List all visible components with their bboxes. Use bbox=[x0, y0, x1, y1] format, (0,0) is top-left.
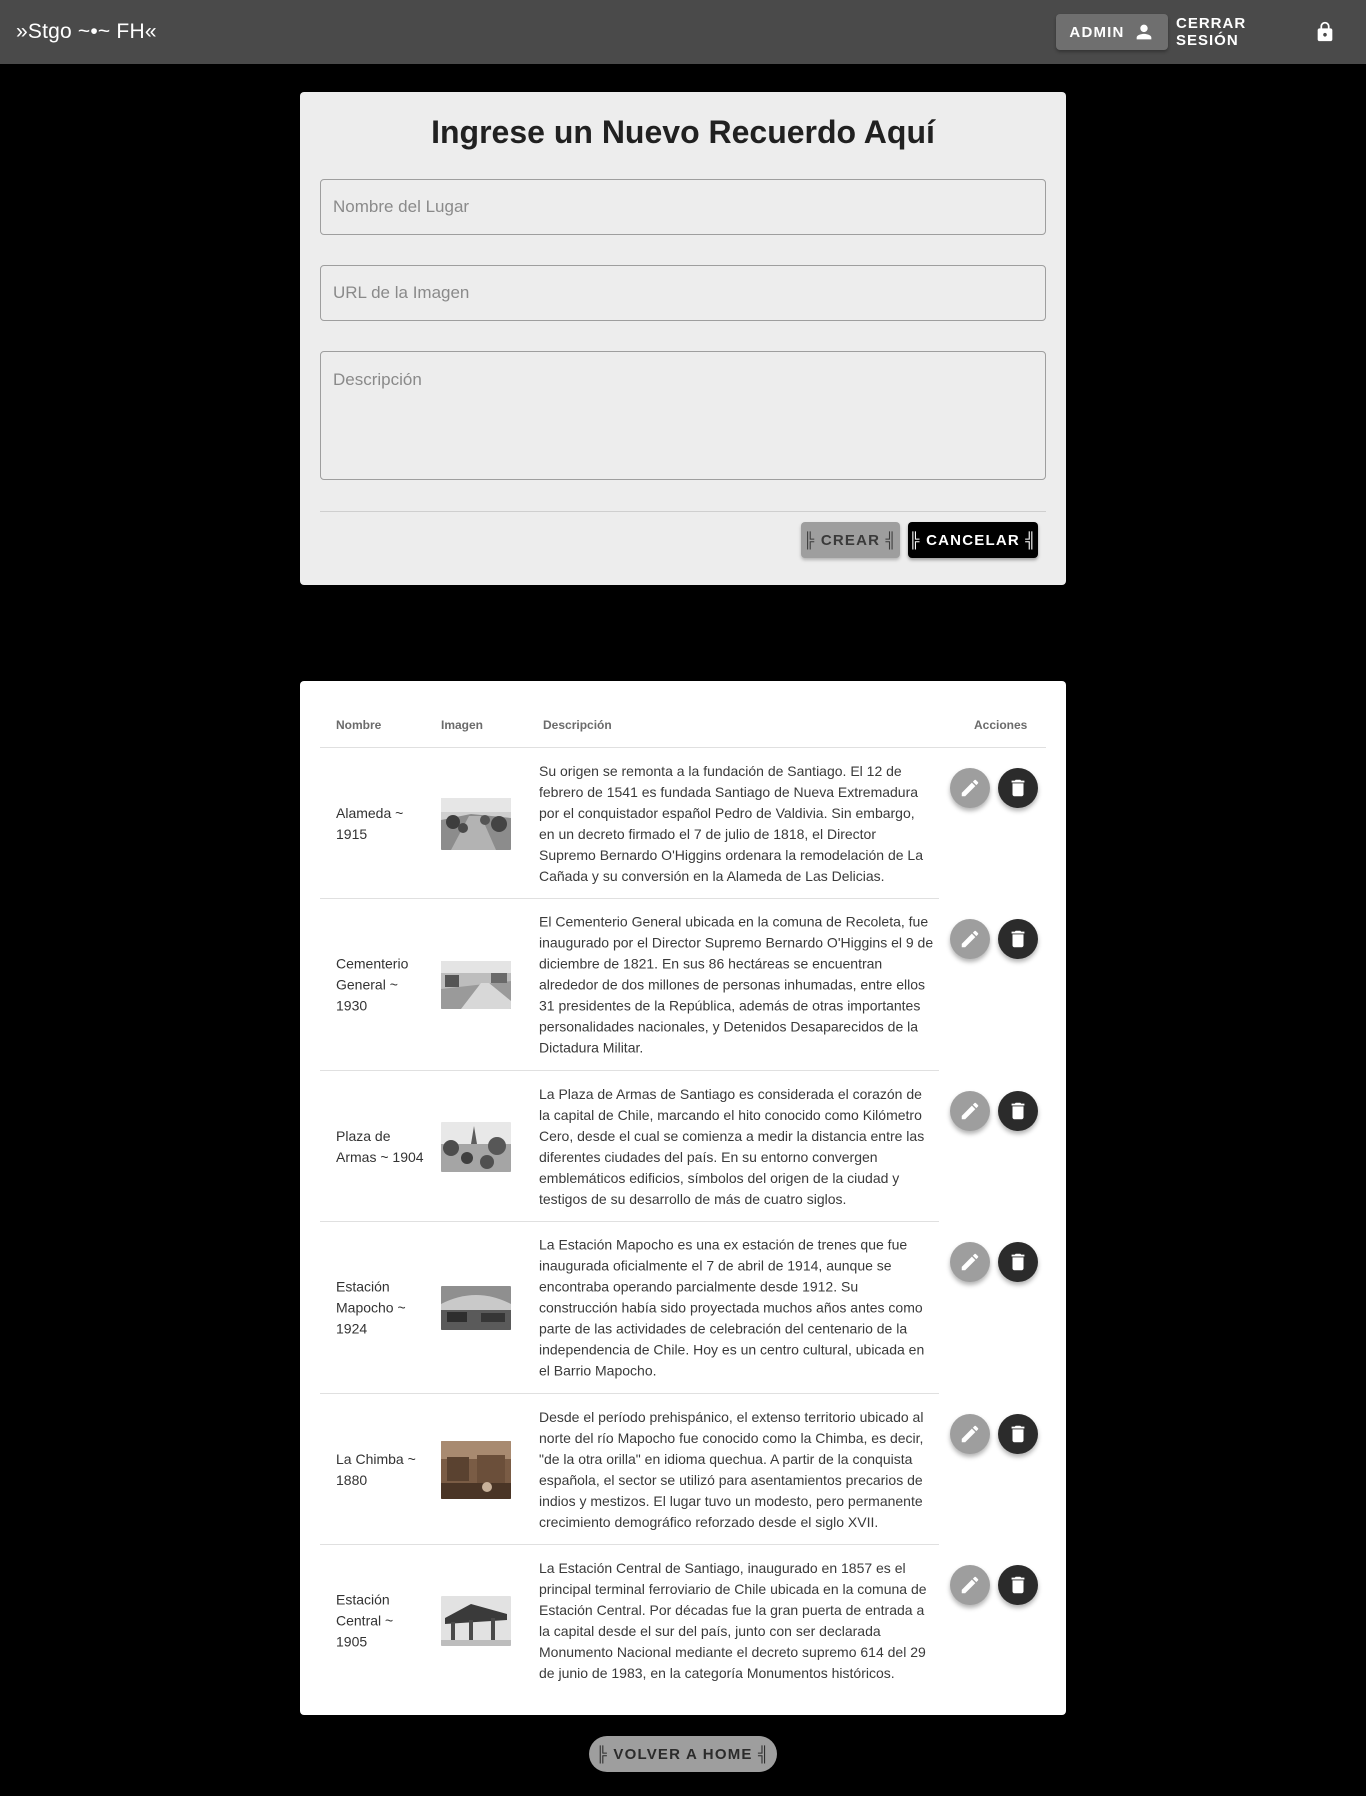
delete-button[interactable] bbox=[998, 768, 1038, 808]
row-description: El Cementerio General ubicada en la comu… bbox=[539, 913, 934, 1056]
trash-icon bbox=[1011, 1253, 1025, 1271]
row-name: Cementerio General ~ 1930 bbox=[336, 955, 409, 1014]
lock-icon bbox=[1314, 21, 1336, 43]
brand-title[interactable]: »Stgo ~•~ FH« bbox=[16, 0, 157, 64]
table-row: Plaza de Armas ~ 1904 La Plaza de Armas … bbox=[320, 1071, 1046, 1222]
place-name-input[interactable] bbox=[320, 179, 1046, 235]
cancel-button[interactable]: ╠ CANCELAR ╣ bbox=[908, 522, 1038, 558]
row-name: Estación Central ~ 1905 bbox=[336, 1591, 394, 1649]
pencil-icon bbox=[961, 1253, 979, 1271]
row-name: Estación Mapocho ~ 1924 bbox=[336, 1278, 406, 1337]
trash-icon bbox=[1011, 779, 1025, 797]
column-header-acciones: Acciones bbox=[974, 718, 1028, 732]
create-button[interactable]: ╠ CREAR ╣ bbox=[801, 522, 900, 558]
back-home-button[interactable]: ╠ VOLVER A HOME ╣ bbox=[589, 1736, 777, 1772]
form-divider bbox=[320, 511, 1046, 512]
table-row: Alameda ~ 1915 Su origen se remonta a la… bbox=[320, 748, 1046, 899]
trash-icon bbox=[1011, 1102, 1025, 1120]
delete-button[interactable] bbox=[998, 1565, 1038, 1605]
trash-icon bbox=[1011, 1576, 1025, 1594]
row-name: Plaza de Armas ~ 1904 bbox=[336, 1127, 424, 1165]
form-title: Ingrese un Nuevo Recuerdo Aquí bbox=[431, 114, 935, 150]
delete-button[interactable] bbox=[998, 1242, 1038, 1282]
row-name: Alameda ~ 1915 bbox=[336, 804, 404, 842]
table-header: Nombre Imagen Descripción Acciones bbox=[320, 681, 1046, 748]
edit-button[interactable] bbox=[950, 768, 990, 808]
row-thumbnail bbox=[441, 1440, 511, 1499]
pencil-icon bbox=[961, 1425, 979, 1443]
table-row: Cementerio General ~ 1930 El Cementerio … bbox=[320, 899, 1046, 1071]
memories-table: Nombre Imagen Descripción Acciones Alame… bbox=[300, 681, 1066, 1715]
person-icon bbox=[1133, 21, 1155, 43]
table-row: La Chimba ~ 1880 Desde el período prehis… bbox=[320, 1394, 1046, 1545]
row-thumbnail bbox=[441, 1121, 511, 1172]
edit-button[interactable] bbox=[950, 1091, 990, 1131]
edit-button[interactable] bbox=[950, 919, 990, 959]
image-url-input[interactable] bbox=[320, 265, 1046, 321]
column-header-nombre: Nombre bbox=[336, 718, 382, 732]
pencil-icon bbox=[961, 1576, 979, 1594]
trash-icon bbox=[1011, 930, 1025, 948]
table-row: Estación Mapocho ~ 1924 La Estación Mapo… bbox=[320, 1222, 1046, 1394]
row-description: La Estación Central de Santiago, inaugur… bbox=[539, 1559, 927, 1681]
description-textarea[interactable] bbox=[320, 351, 1046, 480]
row-description: La Estación Mapocho es una ex estación d… bbox=[539, 1236, 925, 1379]
row-thumbnail bbox=[441, 1286, 511, 1330]
admin-button[interactable]: ADMIN bbox=[1056, 14, 1168, 50]
column-header-imagen: Imagen bbox=[441, 718, 484, 732]
new-memory-form: Ingrese un Nuevo Recuerdo Aquí ╠ CREAR ╣… bbox=[300, 92, 1066, 585]
delete-button[interactable] bbox=[998, 1414, 1038, 1454]
logout-button[interactable]: CERRAR SESIÓN bbox=[1176, 14, 1336, 50]
table-row: Estación Central ~ 1905 La Estación Cent… bbox=[320, 1545, 1046, 1696]
row-thumbnail bbox=[441, 961, 511, 1009]
pencil-icon bbox=[961, 1102, 979, 1120]
row-description: Desde el período prehispánico, el extens… bbox=[539, 1408, 924, 1530]
delete-button[interactable] bbox=[998, 1091, 1038, 1131]
pencil-icon bbox=[961, 930, 979, 948]
pencil-icon bbox=[961, 779, 979, 797]
trash-icon bbox=[1011, 1425, 1025, 1443]
edit-button[interactable] bbox=[950, 1242, 990, 1282]
delete-button[interactable] bbox=[998, 919, 1038, 959]
app-bar: »Stgo ~•~ FH« ADMIN CERRAR SESIÓN bbox=[0, 0, 1366, 64]
row-description: Su origen se remonta a la fundación de S… bbox=[539, 762, 924, 884]
row-thumbnail bbox=[441, 797, 511, 850]
logout-label: CERRAR SESIÓN bbox=[1176, 15, 1247, 49]
edit-button[interactable] bbox=[950, 1565, 990, 1605]
edit-button[interactable] bbox=[950, 1414, 990, 1454]
row-name: La Chimba ~ 1880 bbox=[336, 1450, 416, 1488]
admin-label: ADMIN bbox=[1069, 23, 1125, 41]
column-header-descripcion: Descripción bbox=[543, 718, 612, 732]
row-description: La Plaza de Armas de Santiago es conside… bbox=[539, 1085, 925, 1207]
row-thumbnail bbox=[441, 1595, 511, 1646]
